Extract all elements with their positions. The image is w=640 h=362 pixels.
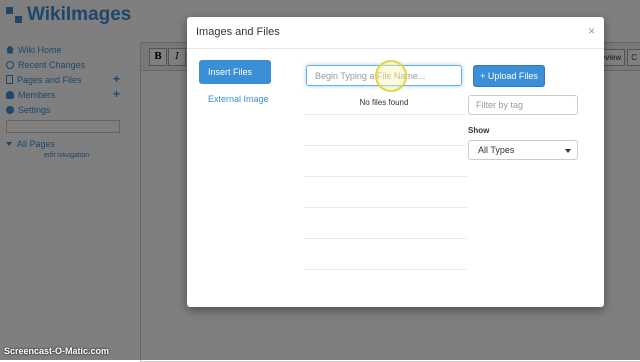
modal-tabs: Insert Files External Image: [199, 60, 271, 114]
modal-header: Images and Files ×: [187, 17, 604, 49]
upload-files-button[interactable]: + Upload Files: [473, 65, 545, 87]
empty-state-message: No files found: [359, 98, 409, 107]
list-divider: [304, 176, 467, 177]
tab-insert-files[interactable]: Insert Files: [199, 60, 271, 84]
file-search-input[interactable]: [306, 65, 462, 86]
list-divider: [304, 114, 467, 115]
images-files-modal: Images and Files × Insert Files External…: [187, 17, 604, 307]
tag-filter-input[interactable]: [468, 95, 578, 115]
file-type-select[interactable]: All Types: [468, 140, 578, 160]
list-divider: [304, 238, 467, 239]
tab-external-image[interactable]: External Image: [199, 87, 271, 111]
recorder-watermark: Screencast-O-Matic.com: [4, 346, 110, 356]
list-divider: [304, 207, 467, 208]
file-type-select-value: All Types: [478, 145, 515, 155]
list-divider: [304, 269, 467, 270]
chevron-down-icon: [565, 149, 571, 153]
list-divider: [304, 145, 467, 146]
modal-title: Images and Files: [196, 26, 280, 38]
close-icon[interactable]: ×: [588, 24, 595, 38]
show-label: Show: [468, 126, 490, 135]
